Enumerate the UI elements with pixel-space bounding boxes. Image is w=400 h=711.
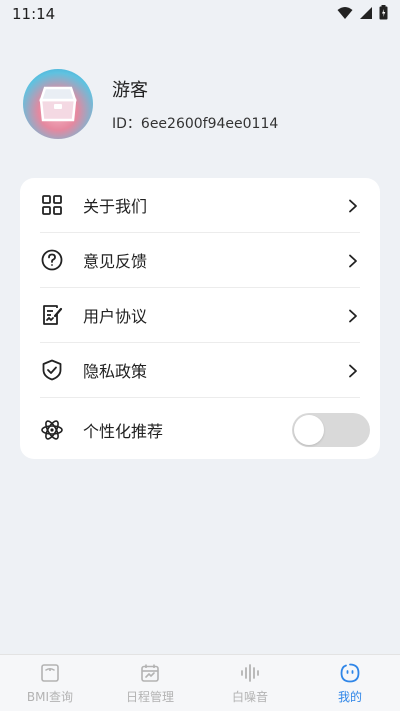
user-id: ID：6ee2600f94ee0114 [112,115,279,132]
scale-icon [39,662,61,684]
tab-bmi-query[interactable]: BMI查询 [0,655,100,711]
menu-label-user-agreement: 用户协议 [83,307,148,326]
document-edit-icon [40,303,64,327]
signal-icon [359,5,373,24]
personalized-recommendation-toggle[interactable] [292,412,370,447]
profile-header: 游客 ID：6ee2600f94ee0114 [23,69,380,139]
tab-white-noise[interactable]: 白噪音 [200,655,300,711]
battery-icon [379,4,388,24]
wifi-icon [337,5,353,24]
tab-label: 白噪音 [231,689,268,704]
chevron-right-icon [346,308,360,323]
shield-check-icon [40,358,64,382]
tab-label: 我的 [337,689,362,704]
menu-label-personalized-recommendation: 个性化推荐 [83,421,164,441]
chevron-right-icon [346,363,360,378]
question-circle-icon [40,248,64,272]
tab-mine[interactable]: 我的 [300,655,400,711]
username: 游客 [112,79,148,101]
waveform-icon [239,662,261,684]
menu-label-about-us: 关于我们 [83,197,148,216]
smiley-icon [339,662,361,684]
menu-item-personalized-recommendation: 个性化推荐 [40,398,370,461]
menu-item-about-us[interactable]: 关于我们 [40,178,360,233]
status-icons [337,4,388,24]
status-time: 11:14 [12,5,56,23]
atom-icon [40,418,64,442]
avatar[interactable] [23,69,93,139]
menu-label-privacy-policy: 隐私政策 [83,362,148,381]
bottom-tab-bar: BMI查询 日程管理 白噪音 我的 [0,654,400,711]
tab-schedule[interactable]: 日程管理 [100,655,200,711]
settings-menu-card: 关于我们 意见反馈 用户协议 隐私政策 个性化推荐 [20,178,380,459]
status-bar: 11:14 [0,0,400,28]
chevron-right-icon [346,253,360,268]
menu-item-user-agreement[interactable]: 用户协议 [40,288,360,343]
menu-item-privacy-policy[interactable]: 隐私政策 [40,343,360,398]
toggle-knob [294,414,324,445]
menu-label-feedback: 意见反馈 [83,252,148,271]
tab-label: 日程管理 [125,689,174,704]
chevron-right-icon [346,198,360,213]
menu-item-feedback[interactable]: 意见反馈 [40,233,360,288]
grid-icon [40,193,64,217]
toolbox-icon [39,86,77,122]
tab-label: BMI查询 [26,689,74,704]
calendar-icon [139,662,161,684]
